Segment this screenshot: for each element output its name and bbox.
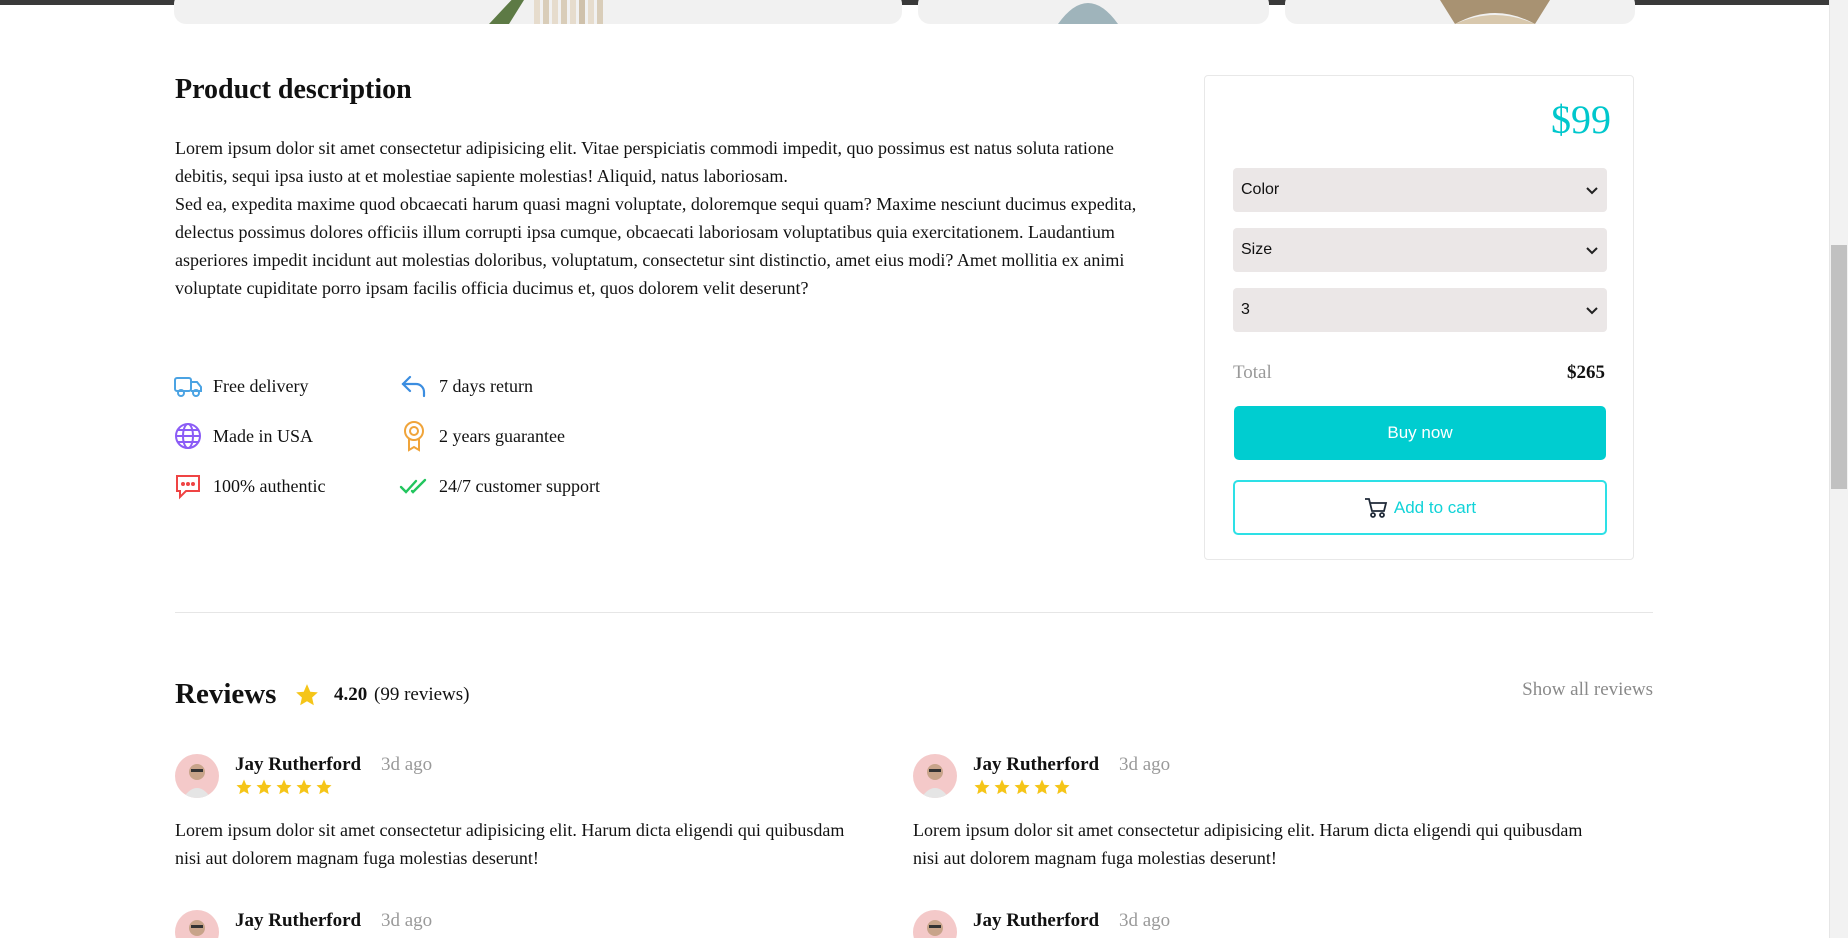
feature-label: Made in USA [213, 425, 313, 446]
avatar [175, 910, 219, 938]
gallery-image-3[interactable] [1285, 0, 1635, 24]
description-paragraph-2: Sed ea, expedita maxime quod obcaecati h… [175, 194, 1137, 298]
award-icon [399, 421, 429, 452]
purchase-panel: $99 Color Size 3 Total $265 Buy now Add … [1204, 75, 1634, 560]
size-select-value: Size [1241, 241, 1273, 258]
star-icon [296, 779, 312, 795]
review-item: Jay Rutherford 3d ago Lorem ipsum dolor … [175, 754, 855, 868]
description-title: Product description [175, 74, 412, 105]
review-time: 3d ago [1119, 910, 1171, 931]
reviewer-name: Jay Rutherford [235, 754, 362, 775]
return-arrow-icon [399, 371, 429, 401]
avatar [913, 754, 957, 798]
globe-icon [173, 421, 203, 451]
feature-label: Free delivery [213, 375, 309, 396]
product-image-fragment [1440, 0, 1550, 24]
product-image-fragment [1058, 3, 1118, 24]
feature-authentic: 100% authentic [173, 471, 325, 501]
chevron-down-icon [1586, 187, 1598, 195]
scrollbar-track[interactable] [1829, 0, 1848, 938]
product-image-fragment [489, 0, 603, 24]
feature-made-in-usa: Made in USA [173, 421, 313, 451]
truck-icon [173, 371, 203, 401]
review-time: 3d ago [381, 754, 433, 775]
total-value: $265 [1567, 362, 1605, 383]
description-paragraph-1: Lorem ipsum dolor sit amet consectetur a… [175, 138, 1114, 186]
description-text: Lorem ipsum dolor sit amet consectetur a… [175, 134, 1145, 302]
star-icon [276, 779, 292, 795]
reviewer-name: Jay Rutherford [973, 910, 1100, 931]
avatar [913, 910, 957, 938]
section-divider [175, 612, 1653, 613]
chevron-down-icon [1586, 247, 1598, 255]
star-icon [296, 684, 318, 706]
feature-label: 24/7 customer support [439, 475, 600, 496]
avatar [175, 754, 219, 798]
double-check-icon [399, 471, 429, 501]
feature-label: 7 days return [439, 375, 533, 396]
feature-guarantee: 2 years guarantee [399, 421, 565, 452]
review-item: Jay Rutherford 3d ago [913, 910, 1593, 938]
feature-free-delivery: Free delivery [173, 371, 308, 401]
cart-icon [1364, 497, 1388, 518]
rating-value: 4.20 [334, 684, 368, 705]
review-count: (99 reviews) [374, 684, 470, 705]
chat-icon [173, 471, 203, 501]
total-label: Total [1233, 362, 1272, 383]
review-time: 3d ago [381, 910, 433, 931]
scrollbar-thumb[interactable] [1831, 245, 1847, 489]
feature-label: 100% authentic [213, 475, 326, 496]
star-icon [1054, 779, 1070, 795]
star-icon [316, 779, 332, 795]
gallery-image-2[interactable] [918, 0, 1269, 24]
reviews-title: Reviews [175, 678, 277, 710]
star-icon [1034, 779, 1050, 795]
review-text: Lorem ipsum dolor sit amet consectetur a… [913, 820, 1583, 868]
add-to-cart-label: Add to cart [1393, 497, 1477, 517]
reviewer-name: Jay Rutherford [235, 910, 362, 931]
color-select[interactable]: Color [1233, 168, 1607, 212]
review-time: 3d ago [1119, 754, 1171, 775]
feature-label: 2 years guarantee [439, 425, 565, 446]
review-stars [973, 778, 1071, 796]
star-icon [236, 779, 252, 795]
show-all-reviews-link[interactable]: Show all reviews [1522, 679, 1653, 701]
review-item: Jay Rutherford 3d ago [175, 910, 855, 938]
review-text: Lorem ipsum dolor sit amet consectetur a… [175, 820, 845, 868]
star-icon [1014, 779, 1030, 795]
quantity-select[interactable]: 3 [1233, 288, 1607, 332]
color-select-value: Color [1241, 181, 1280, 198]
star-icon [974, 779, 990, 795]
gallery-image-1[interactable] [174, 0, 902, 24]
star-icon [994, 779, 1010, 795]
quantity-select-value: 3 [1241, 301, 1250, 318]
buy-now-button[interactable]: Buy now [1234, 406, 1606, 460]
feature-support: 24/7 customer support [399, 471, 600, 501]
chevron-down-icon [1586, 307, 1598, 315]
review-stars [235, 778, 333, 796]
size-select[interactable]: Size [1233, 228, 1607, 272]
product-price: $99 [1551, 97, 1611, 142]
star-icon [256, 779, 272, 795]
feature-return: 7 days return [399, 371, 533, 401]
reviewer-name: Jay Rutherford [973, 754, 1100, 775]
review-item: Jay Rutherford 3d ago Lorem ipsum dolor … [913, 754, 1593, 868]
add-to-cart-button[interactable]: Add to cart [1233, 480, 1607, 535]
